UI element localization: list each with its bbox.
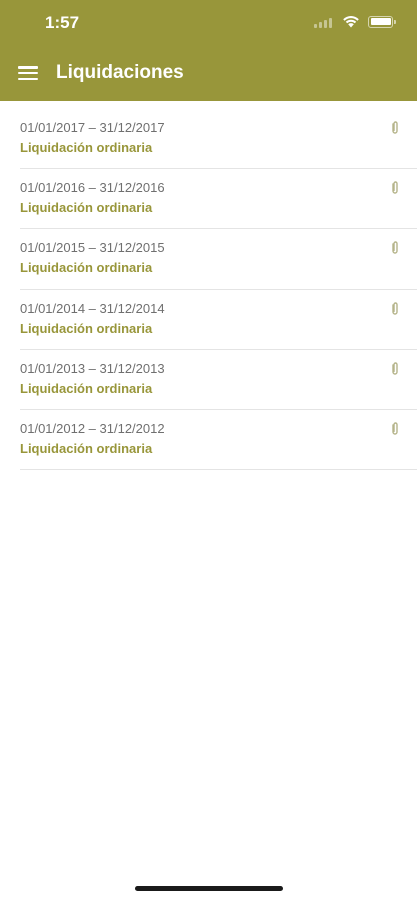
list-item[interactable]: 01/01/2017 – 31/12/2017 Liquidación ordi… [20,109,417,170]
home-indicator[interactable] [135,886,283,891]
liquidaciones-list: 01/01/2017 – 31/12/2017 Liquidación ordi… [20,109,417,471]
paperclip-icon [392,241,398,255]
list-item[interactable]: 01/01/2014 – 31/12/2014 Liquidación ordi… [20,290,417,350]
app-header: 1:57 Liquidaciones [0,0,417,101]
item-period: 01/01/2015 – 31/12/2015 [20,240,165,256]
item-period: 01/01/2016 – 31/12/2016 [20,180,165,196]
item-period: 01/01/2012 – 31/12/2012 [20,420,165,436]
paperclip-icon [392,121,398,134]
item-period: 01/01/2017 – 31/12/2017 [20,120,165,135]
status-time: 1:57 [45,13,80,32]
paperclip-icon [392,301,398,315]
item-type: Liquidación ordinaria [20,140,153,155]
item-period: 01/01/2014 – 31/12/2014 [20,300,165,316]
item-type: Liquidación ordinaria [20,320,153,336]
wifi-icon [343,16,359,28]
status-bar: 1:57 [0,0,417,46]
item-type: Liquidación ordinaria [20,380,153,396]
item-type: Liquidación ordinaria [20,200,153,216]
item-period: 01/01/2013 – 31/12/2013 [20,360,165,376]
status-icons [314,15,396,28]
hamburger-menu-icon[interactable] [18,64,38,82]
battery-icon [368,15,396,28]
page-title: Liquidaciones [56,62,184,83]
nav-bar: Liquidaciones [0,50,417,98]
paperclip-icon [392,181,398,194]
paperclip-icon [392,422,398,435]
list-item[interactable]: 01/01/2013 – 31/12/2013 Liquidación ordi… [20,350,417,410]
cellular-signal-icon [314,16,334,28]
item-type: Liquidación ordinaria [20,440,153,456]
list-item[interactable]: 01/01/2015 – 31/12/2015 Liquidación ordi… [20,229,417,290]
paperclip-icon [392,362,398,375]
item-type: Liquidación ordinaria [20,260,153,276]
list-item[interactable]: 01/01/2012 – 31/12/2012 Liquidación ordi… [20,410,417,471]
list-item[interactable]: 01/01/2016 – 31/12/2016 Liquidación ordi… [20,169,417,230]
